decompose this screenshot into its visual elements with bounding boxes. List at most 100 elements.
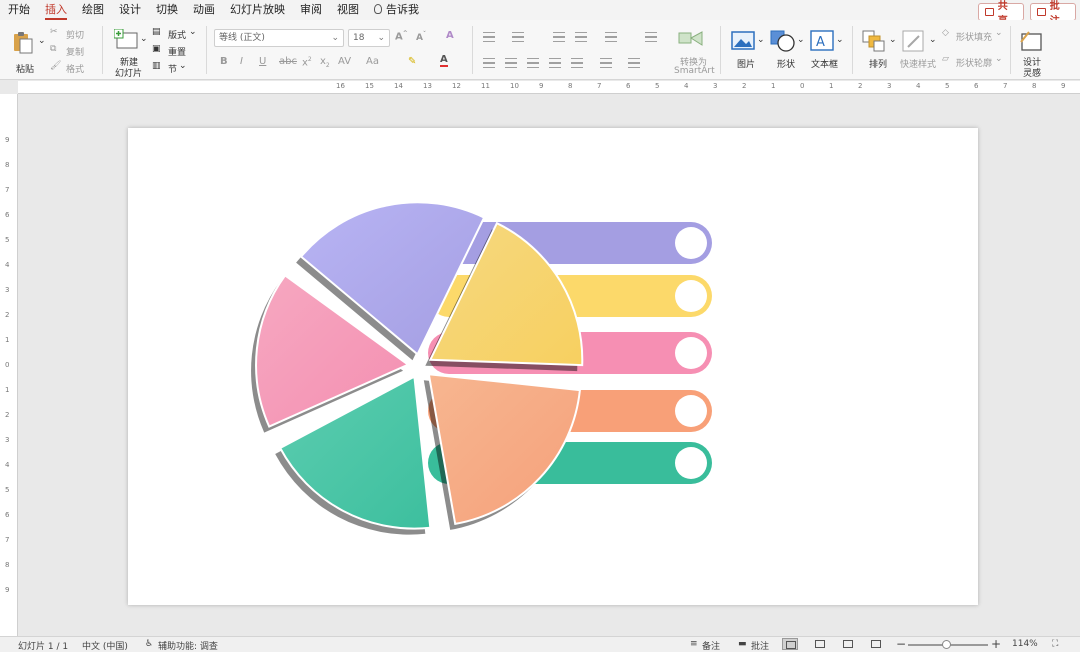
section-button[interactable]: ▥ 节 ⌄ [152, 61, 198, 75]
change-case-icon[interactable]: Aa [366, 56, 379, 67]
copy-button[interactable]: ⧉ 复制 [50, 44, 94, 58]
increase-indent-icon[interactable] [575, 32, 587, 42]
bold-icon[interactable]: B [220, 56, 228, 67]
ruler-tick-label: 0 [5, 361, 10, 369]
zoom-slider-handle[interactable] [942, 640, 951, 649]
numbering-icon[interactable] [512, 32, 524, 42]
new-slide-dropdown-chevron[interactable]: ⌄ [140, 34, 148, 44]
designer-button[interactable]: 设计 灵感 [1014, 28, 1050, 79]
align-center-icon[interactable] [505, 58, 517, 68]
legend-bar-circle [675, 227, 707, 259]
font-name-select[interactable]: 等线 (正文) ⌄ [214, 29, 344, 47]
underline-icon[interactable]: U [259, 56, 266, 67]
ruler-tick-label: 3 [713, 82, 718, 90]
tab-home[interactable]: 开始 [8, 0, 30, 20]
textbox-button[interactable]: A ⌄ 文本框 [806, 28, 846, 76]
paste-button[interactable]: 粘贴 [10, 28, 42, 75]
italic-icon[interactable]: I [240, 56, 243, 67]
align-left-icon[interactable] [483, 58, 495, 68]
subscript-icon[interactable]: x2 [320, 56, 330, 69]
comments-status-button[interactable]: 批注 [751, 639, 769, 652]
decrease-indent-icon[interactable] [553, 32, 565, 42]
horizontal-ruler[interactable]: 16 15 14 13 12 11 10 9 8 7 6 5 4 3 2 1 0 1 2 3 4 5 6 7 8 9 [18, 81, 1080, 94]
character-spacing-icon[interactable]: AV [338, 56, 351, 67]
tab-animations[interactable]: 动画 [193, 0, 215, 20]
ruler-tick-label: 1 [771, 82, 776, 90]
text-direction-icon[interactable] [600, 58, 612, 68]
comments-button[interactable]: 批注 [1030, 1, 1076, 27]
shapes-button[interactable]: ⌄ 形状 [768, 28, 805, 76]
slideshow-button[interactable] [868, 638, 884, 650]
language-indicator[interactable]: 中文 (中国) [82, 639, 128, 652]
distribute-icon[interactable] [571, 58, 583, 68]
ruler-tick-label: 9 [5, 586, 10, 594]
paste-dropdown-chevron[interactable]: ⌄ [38, 36, 46, 46]
notes-button[interactable]: 备注 [702, 639, 720, 652]
accessibility-status[interactable]: 辅助功能: 调查 [158, 639, 218, 652]
vertical-ruler[interactable]: 9 8 7 6 5 4 3 2 1 0 1 2 3 4 5 6 7 8 9 [0, 94, 18, 636]
zoom-in-button[interactable]: + [991, 637, 1001, 651]
legend-bar-circle [675, 395, 707, 427]
font-color-icon[interactable]: A [440, 55, 448, 67]
new-slide-icon [114, 29, 138, 49]
convert-to-smartart-button[interactable]: 转换为 SmartArt [672, 28, 715, 76]
ruler-tick-label: 8 [5, 561, 10, 569]
cut-button[interactable]: ✂ 剪切 [50, 27, 94, 41]
zoom-level[interactable]: 114% [1012, 639, 1038, 649]
share-button[interactable]: 共享 [978, 1, 1024, 27]
tab-review[interactable]: 审阅 [300, 0, 322, 20]
ruler-tick-label: 13 [423, 82, 432, 90]
clear-formatting-icon[interactable]: A [446, 30, 454, 41]
justify-icon[interactable] [549, 58, 561, 68]
font-size-select[interactable]: 18 ⌄ [348, 29, 390, 47]
notes-icon: ≡ [690, 639, 698, 649]
shape-fill-button[interactable]: ◇ 形状填充 ⌄ [942, 28, 1004, 44]
ruler-tick-label: 11 [481, 82, 490, 90]
align-right-icon[interactable] [527, 58, 539, 68]
strikethrough-icon[interactable]: abc [279, 56, 297, 67]
tab-transitions[interactable]: 切换 [156, 0, 178, 20]
shape-outline-button[interactable]: ▱ 形状轮廓 ⌄ [942, 54, 1004, 70]
fit-to-window-icon[interactable]: ⛶ [1052, 639, 1058, 649]
chevron-down-icon: ⌄ [929, 35, 937, 45]
quick-styles-button[interactable]: ⌄ 快速样式 [898, 28, 942, 76]
ruler-tick-label: 12 [452, 82, 461, 90]
ruler-tick-label: 1 [829, 82, 834, 90]
reset-icon: ▣ [152, 44, 161, 54]
align-text-icon[interactable] [628, 58, 640, 68]
arrange-button[interactable]: ⌄ 排列 [860, 28, 897, 76]
slide-canvas[interactable] [128, 128, 978, 605]
zoom-out-button[interactable]: − [896, 637, 906, 651]
menu-tabs: 开始 插入 绘图 设计 切换 动画 幻灯片放映 审阅 视图 [8, 0, 374, 20]
reset-button[interactable]: ▣ 重置 [152, 44, 198, 58]
tab-slideshow[interactable]: 幻灯片放映 [230, 0, 285, 20]
tab-view[interactable]: 视图 [337, 0, 359, 20]
tab-design[interactable]: 设计 [119, 0, 141, 20]
line-spacing-icon[interactable] [605, 32, 617, 42]
increase-font-size-icon[interactable]: A^ [395, 30, 408, 42]
new-slide-button[interactable]: 新建 幻灯片 [110, 28, 144, 79]
legend-bar-circle [675, 280, 707, 312]
slide-sorter-button[interactable] [812, 638, 828, 650]
format-painter-button[interactable]: 🖌 格式 [50, 61, 94, 75]
tab-draw[interactable]: 绘图 [82, 0, 104, 20]
columns-icon[interactable] [645, 32, 657, 42]
picture-button[interactable]: ⌄ 图片 [728, 28, 765, 76]
layout-button[interactable]: ▤ 版式 ⌄ [152, 27, 198, 41]
normal-view-button[interactable] [782, 638, 798, 650]
decrease-font-size-icon[interactable]: Aˇ [416, 31, 426, 43]
superscript-icon[interactable]: x2 [302, 56, 312, 68]
ruler-tick-label: 5 [655, 82, 660, 90]
ruler-tick-label: 9 [5, 136, 10, 144]
tell-me-search[interactable]: 告诉我 [374, 0, 419, 20]
bullets-icon[interactable] [483, 32, 495, 42]
highlight-icon[interactable]: ✎ [408, 56, 416, 67]
tab-insert[interactable]: 插入 [45, 0, 67, 20]
ruler-tick-label: 6 [974, 82, 979, 90]
ruler-tick-label: 2 [5, 311, 10, 319]
ruler-tick-label: 9 [1061, 82, 1066, 90]
chevron-down-icon: ⌄ [797, 35, 805, 45]
chevron-down-icon: ⌄ [995, 28, 1003, 38]
reading-view-button[interactable] [840, 638, 856, 650]
pie-slice-orange[interactable] [427, 373, 581, 526]
